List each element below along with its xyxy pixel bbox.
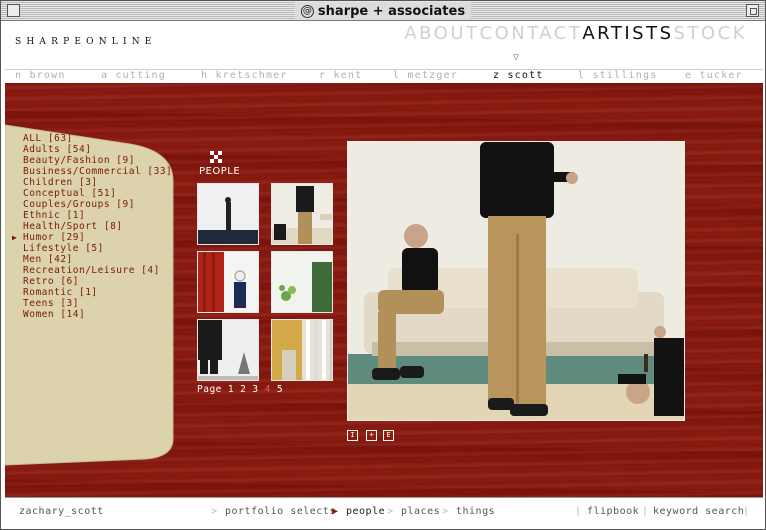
info-icon[interactable]: I (347, 430, 358, 441)
category-list: ALL [63] Adults [54] Beauty/Fashion [9] … (11, 133, 172, 320)
category-item[interactable]: Adults [54] (11, 144, 172, 155)
category-item[interactable]: ALL [63] (11, 133, 172, 144)
site-header: SHARPEONLINE ABOUT CONTACT ARTISTS STOCK… (5, 21, 763, 69)
crumb-separator-icon: > (387, 506, 394, 517)
nav-indicator-icon: ▽ (513, 52, 520, 63)
artist-l-metzger[interactable]: l metzger (393, 70, 458, 81)
category-label: Couples/Groups [9] (23, 199, 135, 210)
pagination: Page 1 2 3 4 5 (197, 384, 283, 395)
category-label: Recreation/Leisure [4] (23, 265, 160, 276)
crumb-people[interactable]: people (346, 506, 385, 517)
category-item[interactable]: Romantic [1] (11, 287, 172, 298)
top-nav: ABOUT CONTACT ARTISTS STOCK (404, 23, 747, 44)
artist-z-scott[interactable]: z scott (493, 70, 544, 81)
nav-stock[interactable]: STOCK (674, 23, 747, 44)
crumb-portfolio-selects[interactable]: portfolio selects (225, 506, 336, 517)
category-label: ALL [63] (23, 133, 73, 144)
nav-contact[interactable]: CONTACT (480, 23, 583, 44)
footer-keyword-search-link[interactable]: keyword search (653, 506, 744, 517)
footer-divider: | (642, 506, 649, 517)
zoom-plus-icon[interactable]: + (366, 430, 377, 441)
category-label: Men [42] (23, 254, 73, 265)
email-icon[interactable]: E (383, 430, 394, 441)
category-item[interactable]: Ethnic [1] (11, 210, 172, 221)
category-item[interactable]: Lifestyle [5] (11, 243, 172, 254)
info-icon-glyph: I (350, 431, 355, 439)
title-bar: @ sharpe + associates (1, 1, 765, 21)
category-label: Business/Commercial [33] (23, 166, 173, 177)
thumbnail[interactable] (197, 319, 259, 381)
crumb-separator-icon: > (442, 506, 449, 517)
content-panel: ALL [63] Adults [54] Beauty/Fashion [9] … (5, 83, 763, 497)
window-title: @ sharpe + associates (294, 2, 472, 20)
artist-a-cutting[interactable]: a cutting (101, 70, 166, 81)
artist-e-tucker[interactable]: e tucker (685, 70, 743, 81)
thumbnail[interactable] (271, 319, 333, 381)
page-link-5[interactable]: 5 (277, 384, 283, 395)
crumb-places[interactable]: places (401, 506, 440, 517)
page-link-1[interactable]: 1 (228, 384, 234, 395)
zoom-plus-glyph: + (369, 431, 374, 439)
artist-r-kent[interactable]: r kent (319, 70, 362, 81)
artist-strip: n brown a cutting h kretschmer r kent l … (5, 69, 763, 83)
artist-l-stillings[interactable]: l stillings (578, 70, 657, 81)
main-photo (347, 141, 685, 421)
crumb-separator-icon: > (211, 506, 218, 517)
category-label: Retro [6] (23, 276, 79, 287)
crumb-active-arrow-icon: ▶ (332, 506, 339, 517)
footer-divider: | (575, 506, 582, 517)
category-item-selected[interactable]: ▶ Humor [29] (11, 232, 172, 243)
thumbnail[interactable] (197, 251, 259, 313)
page-link-2[interactable]: 2 (240, 384, 246, 395)
category-label: Ethnic [1] (23, 210, 86, 221)
page-label: Page (197, 384, 222, 395)
section-title: PEOPLE (199, 166, 241, 177)
category-item[interactable]: Conceptual [51] (11, 188, 172, 199)
category-label: Children [3] (23, 177, 98, 188)
footer-divider: | (743, 506, 750, 517)
nav-artists[interactable]: ARTISTS (582, 23, 673, 44)
category-item[interactable]: Couples/Groups [9] (11, 199, 172, 210)
category-item[interactable]: Recreation/Leisure [4] (11, 265, 172, 276)
close-box[interactable] (7, 4, 20, 17)
category-label: Conceptual [51] (23, 188, 117, 199)
category-label: Beauty/Fashion [9] (23, 155, 135, 166)
nav-about[interactable]: ABOUT (404, 23, 479, 44)
thumbnail[interactable] (271, 183, 333, 245)
category-label: Women [14] (23, 309, 86, 320)
artist-n-brown[interactable]: n brown (15, 70, 66, 81)
category-item[interactable]: Retro [6] (11, 276, 172, 287)
zoom-box[interactable] (746, 4, 759, 17)
people-dots-icon (210, 151, 226, 163)
category-label: Teens [3] (23, 298, 79, 309)
category-item[interactable]: Business/Commercial [33] (11, 166, 172, 177)
category-item[interactable]: Health/Sport [8] (11, 221, 172, 232)
site-icon: @ (300, 4, 314, 18)
category-item[interactable]: Women [14] (11, 309, 172, 320)
category-label: Lifestyle [5] (23, 243, 104, 254)
thumbnail[interactable] (197, 183, 259, 245)
footer-artist-name: zachary_scott (19, 506, 104, 517)
crumb-things[interactable]: things (456, 506, 495, 517)
category-item[interactable]: Children [3] (11, 177, 172, 188)
category-label: Health/Sport [8] (23, 221, 123, 232)
category-item[interactable]: Men [42] (11, 254, 172, 265)
category-label: Romantic [1] (23, 287, 98, 298)
page-link-4-current: 4 (264, 384, 271, 395)
artist-h-kretschmer[interactable]: h kretschmer (201, 70, 288, 81)
thumbnail[interactable] (271, 251, 333, 313)
email-glyph: E (386, 431, 391, 439)
footer-bar: zachary_scott > portfolio selects ▶ peop… (5, 497, 763, 527)
site-logo[interactable]: SHARPEONLINE (15, 37, 157, 47)
category-item[interactable]: Teens [3] (11, 298, 172, 309)
window-title-text: sharpe + associates (317, 3, 466, 19)
browser-window: @ sharpe + associates SHARPEONLINE ABOUT… (0, 0, 766, 530)
category-label: Humor [29] (23, 232, 86, 243)
category-label: Adults [54] (23, 144, 92, 155)
page-link-3[interactable]: 3 (252, 384, 258, 395)
pointer-arrow-icon: ▶ (12, 233, 18, 242)
category-item[interactable]: Beauty/Fashion [9] (11, 155, 172, 166)
footer-flipbook-link[interactable]: flipbook (587, 506, 639, 517)
